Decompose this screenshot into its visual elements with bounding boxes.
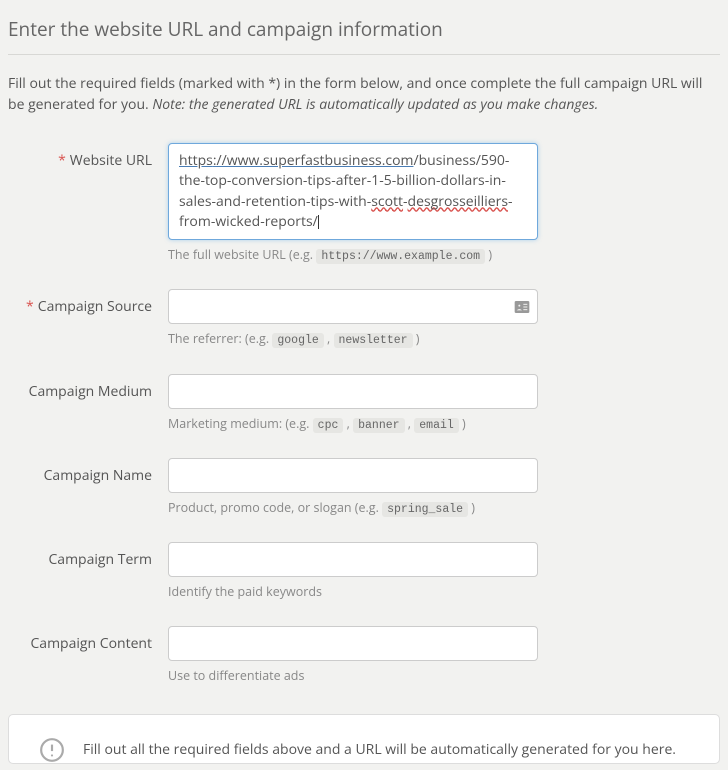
spell-error: desgrosseilliers — [408, 192, 508, 211]
field-campaign-source: *Campaign Source The referrer: (e.g. goo… — [8, 289, 720, 349]
campaign-medium-input[interactable] — [168, 374, 538, 409]
page-title: Enter the website URL and campaign infor… — [8, 8, 720, 54]
campaign-medium-label: Campaign Medium — [8, 374, 168, 401]
text-caret — [318, 215, 319, 229]
alert-circle-icon — [39, 737, 65, 763]
campaign-source-input[interactable] — [168, 289, 538, 324]
required-asterisk: * — [26, 297, 34, 316]
campaign-term-input[interactable] — [168, 542, 538, 577]
campaign-term-label: Campaign Term — [8, 542, 168, 569]
field-campaign-term: Campaign Term Identify the paid keywords — [8, 542, 720, 602]
campaign-content-input[interactable] — [168, 626, 538, 661]
campaign-content-label: Campaign Content — [8, 626, 168, 653]
field-campaign-medium: Campaign Medium Marketing medium: (e.g. … — [8, 374, 720, 434]
website-url-help: The full website URL (e.g. https://www.e… — [168, 246, 538, 265]
generated-url-placeholder: Fill out all the required fields above a… — [83, 740, 676, 759]
website-url-input[interactable]: https://www.superfastbusiness.com/busine… — [168, 143, 538, 240]
divider — [8, 54, 720, 55]
generated-url-box: Fill out all the required fields above a… — [8, 714, 720, 764]
campaign-medium-help: Marketing medium: (e.g. cpc , banner , e… — [168, 415, 538, 434]
url-protocol-link: https://www.superfastbusiness.com — [179, 151, 413, 170]
campaign-content-help: Use to differentiate ads — [168, 667, 538, 686]
campaign-source-help: The referrer: (e.g. google , newsletter … — [168, 330, 538, 349]
campaign-source-label: *Campaign Source — [8, 289, 168, 316]
campaign-name-input[interactable] — [168, 458, 538, 493]
required-asterisk: * — [58, 151, 66, 170]
field-campaign-name: Campaign Name Product, promo code, or sl… — [8, 458, 720, 518]
campaign-name-label: Campaign Name — [8, 458, 168, 485]
spell-error: scott — [371, 192, 403, 211]
campaign-term-help: Identify the paid keywords — [168, 583, 538, 602]
field-campaign-content: Campaign Content Use to differentiate ad… — [8, 626, 720, 686]
contact-card-icon[interactable] — [514, 300, 530, 314]
website-url-label: *Website URL — [8, 143, 168, 170]
intro-note: Note: the generated URL is automatically… — [152, 95, 598, 114]
field-website-url: *Website URL https://www.superfastbusine… — [8, 143, 720, 265]
campaign-name-help: Product, promo code, or slogan (e.g. spr… — [168, 499, 538, 518]
intro-text: Fill out the required fields (marked wit… — [8, 73, 720, 115]
